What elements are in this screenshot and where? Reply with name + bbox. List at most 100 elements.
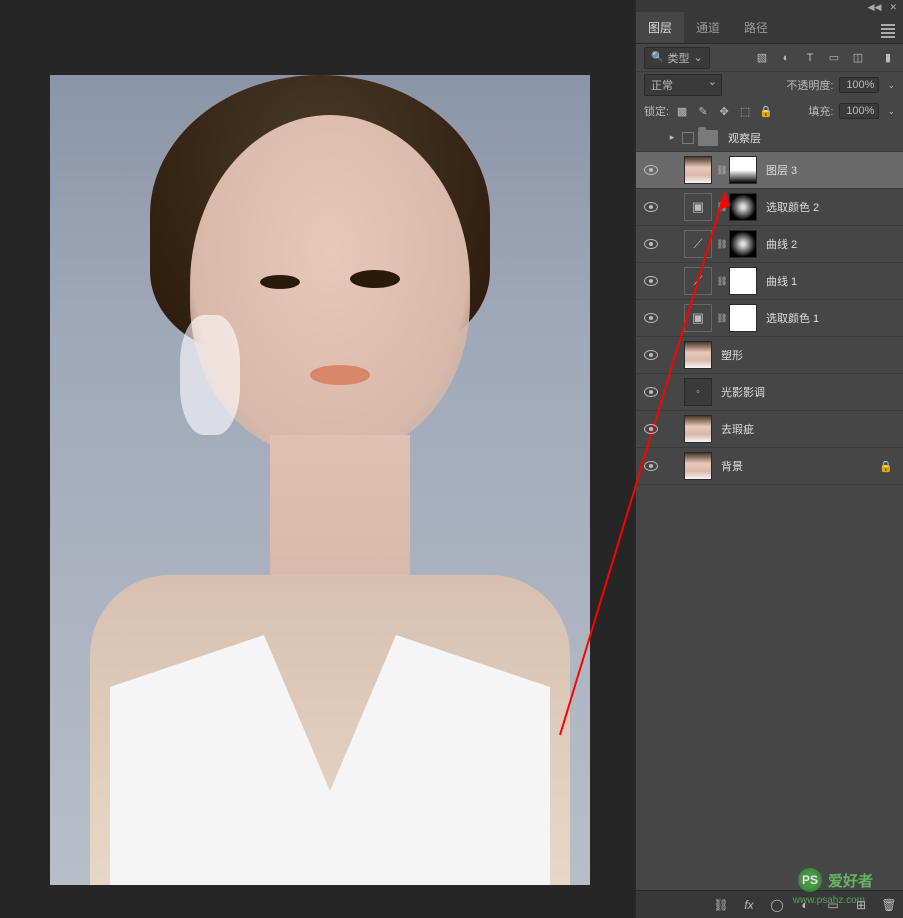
layer-thumbnail[interactable] [684,341,712,369]
eye-icon [644,165,658,175]
add-mask-icon[interactable]: ◯ [769,897,785,913]
mask-thumbnail[interactable] [729,267,757,295]
layer-name[interactable]: 曲线 2 [766,236,903,252]
visibility-toggle[interactable] [636,387,666,397]
lock-position-icon[interactable]: ✥ [717,104,731,118]
adjustment-thumbnail[interactable]: ▣ [684,193,712,221]
chevron-down-icon: ⌄ [693,51,702,64]
layer-name[interactable]: 选取颜色 2 [766,199,903,215]
visibility-toggle[interactable] [636,165,666,175]
watermark: PS 爱好者 [798,868,873,892]
layer-name[interactable]: 选取颜色 1 [766,310,903,326]
filter-type-dropdown[interactable]: 🔍 类型 ⌄ [644,47,710,69]
adjustment-thumbnail[interactable]: ⟋ [684,230,712,258]
adjustment-thumbnail[interactable]: ▣ [684,304,712,332]
eye-icon [644,276,658,286]
eye-icon [644,239,658,249]
layer-row-selcolor2[interactable]: ▣ ⛓ 选取颜色 2 [636,189,903,226]
tab-layers[interactable]: 图层 [636,12,684,43]
layer-name[interactable]: 图层 3 [766,162,903,178]
fill-chevron-icon[interactable]: ⌄ [887,106,895,117]
filter-kind-label: 类型 [667,50,689,66]
layer-thumbnail[interactable] [684,415,712,443]
filter-pixel-icon[interactable]: ▧ [755,51,769,65]
visibility-toggle[interactable] [636,461,666,471]
opacity-chevron-icon[interactable]: ⌄ [887,80,895,91]
layer-group-observe[interactable]: ▸ 观察层 [636,124,903,152]
adjustment-thumbnail[interactable]: ⟋ [684,267,712,295]
mask-link-icon[interactable]: ⛓ [717,165,727,176]
image-earring [180,315,240,435]
eye-icon [644,387,658,397]
filter-smart-icon[interactable]: ◫ [851,51,865,65]
search-icon: 🔍 [651,52,663,63]
lock-pixels-icon[interactable]: ✎ [696,104,710,118]
blend-mode-row: 正常 不透明度: 100% ⌄ [636,72,903,98]
mask-link-icon[interactable]: ⛓ [717,239,727,250]
layer-name[interactable]: 曲线 1 [766,273,903,289]
panel-menu-icon[interactable] [873,22,903,43]
mask-link-icon[interactable]: ⛓ [717,276,727,287]
filter-adjustment-icon[interactable]: ◐ [779,51,793,65]
layer-row-shaping[interactable]: 塑形 [636,337,903,374]
close-panel-icon[interactable]: ✕ [889,2,897,13]
group-color-swatch[interactable] [682,132,694,144]
mask-thumbnail[interactable] [729,304,757,332]
layer-name[interactable]: 背景 [721,458,879,474]
layer-row-lighting[interactable]: ◦ 光影影调 [636,374,903,411]
filter-shape-icon[interactable]: ▭ [827,51,841,65]
layer-row-curves2[interactable]: ⟋ ⛓ 曲线 2 [636,226,903,263]
layer-row-selcolor1[interactable]: ▣ ⛓ 选取颜色 1 [636,300,903,337]
tab-paths[interactable]: 路径 [732,12,780,43]
image-eye [350,270,400,288]
filter-toggle-icon[interactable]: ▮ [881,51,895,65]
collapse-left-icon[interactable]: ◀◀ [868,2,882,13]
layer-fx-icon[interactable]: fx [741,897,757,913]
visibility-toggle[interactable] [636,350,666,360]
visibility-toggle[interactable] [636,424,666,434]
eye-icon [644,350,658,360]
lock-transparency-icon[interactable]: ▩ [675,104,689,118]
opacity-input[interactable]: 100% [839,77,879,93]
delete-layer-icon[interactable]: 🗑 [881,897,897,913]
eye-icon [644,313,658,323]
layer-row-layer3[interactable]: ⛓ 图层 3 [636,152,903,189]
chevron-right-icon[interactable]: ▸ [666,132,678,143]
lock-artboard-icon[interactable]: ⬚ [738,104,752,118]
folder-icon [698,130,718,146]
layer-name[interactable]: 光影影调 [721,384,903,400]
watermark-text: 爱好者 [828,870,873,891]
visibility-toggle[interactable] [636,313,666,323]
layer-thumbnail[interactable] [684,452,712,480]
canvas-area[interactable] [0,0,635,918]
layer-thumbnail[interactable]: ◦ [684,378,712,406]
mask-thumbnail[interactable] [729,193,757,221]
layer-name[interactable]: 观察层 [728,130,903,146]
opacity-label: 不透明度: [786,77,833,93]
layer-row-blemish[interactable]: 去瑕疵 [636,411,903,448]
fill-input[interactable]: 100% [839,103,879,119]
mask-thumbnail[interactable] [729,230,757,258]
layer-thumbnail[interactable] [684,156,712,184]
layer-row-background[interactable]: 背景 🔒 [636,448,903,485]
panel-tabs: 图层 通道 路径 [636,14,903,44]
layer-row-curves1[interactable]: ⟋ ⛓ 曲线 1 [636,263,903,300]
layers-list: ▸ 观察层 ⛓ 图层 3 ▣ ⛓ 选取颜色 2 ⟋ ⛓ [636,124,903,890]
mask-link-icon[interactable]: ⛓ [717,313,727,324]
tab-channels[interactable]: 通道 [684,12,732,43]
filter-type-icon[interactable]: T [803,51,817,65]
lock-all-icon[interactable]: 🔒 [759,104,773,118]
mask-link-icon[interactable]: ⛓ [717,202,727,213]
visibility-toggle[interactable] [636,202,666,212]
layer-name[interactable]: 去瑕疵 [721,421,903,437]
layer-name[interactable]: 塑形 [721,347,903,363]
canvas-document[interactable] [50,75,590,885]
visibility-toggle[interactable] [636,276,666,286]
eye-icon [644,461,658,471]
link-layers-icon[interactable]: ⛓ [713,897,729,913]
watermark-url: www.psahz.com [793,895,865,906]
visibility-toggle[interactable] [636,239,666,249]
mask-thumbnail[interactable] [729,156,757,184]
blend-mode-dropdown[interactable]: 正常 [644,74,722,96]
lock-label: 锁定: [644,103,669,119]
